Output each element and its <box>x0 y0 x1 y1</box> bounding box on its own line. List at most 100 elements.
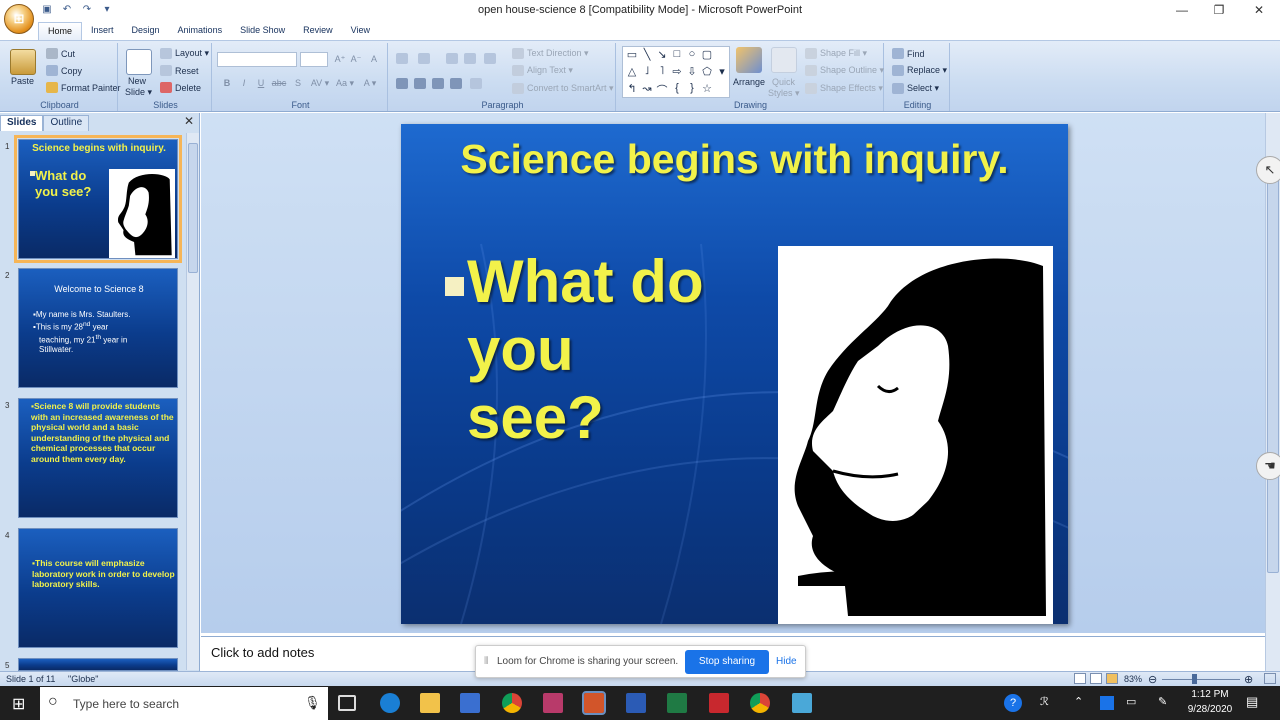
arrow-line-shape-icon[interactable]: ↘ <box>655 48 669 61</box>
tab-slides[interactable]: Slides <box>0 115 44 131</box>
slide-thumbnail-3[interactable]: ▪Science 8 will provide students with an… <box>18 398 178 518</box>
tab-outline[interactable]: Outline <box>43 115 90 131</box>
zoom-level[interactable]: 83% <box>1124 674 1142 684</box>
excel-icon[interactable] <box>667 693 687 713</box>
shape-outline-button[interactable]: Shape Outline ▾ <box>805 65 884 76</box>
slide-thumbnail-5[interactable] <box>18 658 178 671</box>
slide-thumbnail-1[interactable]: Science begins with inquiry. What do you… <box>14 135 182 263</box>
down-arrow-shape-icon[interactable]: ⇩ <box>685 65 699 78</box>
zoom-slider[interactable] <box>1162 679 1240 680</box>
font-size-field[interactable] <box>300 52 328 67</box>
edge-browser-icon[interactable] <box>380 693 400 713</box>
microphone-icon[interactable]: 🎙 <box>304 695 321 711</box>
strikethrough-button[interactable]: abc <box>271 76 287 90</box>
face-illusion-image[interactable] <box>778 246 1053 624</box>
shapes-gallery[interactable]: ▭ ╲ ↘ □ ○ ▢ △ ˩ ˥ ⇨ ⇩ ⬠ ↰ ↝ ⌒ { } ☆ ▾ <box>622 46 730 98</box>
shape-fill-button[interactable]: Shape Fill ▾ <box>805 48 867 59</box>
windows-start-icon[interactable]: ⊞ <box>12 694 25 714</box>
slide-title[interactable]: Science begins with inquiry. <box>441 134 1028 184</box>
bullets-icon[interactable] <box>396 53 408 64</box>
tab-design[interactable]: Design <box>123 22 169 40</box>
slides-pane-scroll-thumb[interactable] <box>188 143 198 273</box>
quick-styles-button[interactable]: Styles ▾ <box>768 88 800 99</box>
right-arrow-shape-icon[interactable]: ⇨ <box>670 65 684 78</box>
rectangle-shape-icon[interactable]: ▭ <box>625 48 639 61</box>
line-shape-icon[interactable]: ╲ <box>640 48 654 61</box>
curve-shape-icon[interactable]: ↰ <box>625 82 639 95</box>
align-text-button[interactable]: Align Text ▾ <box>512 65 573 76</box>
hand-tool-icon[interactable]: ☚ <box>1256 452 1280 480</box>
notes-app-icon[interactable] <box>792 693 812 713</box>
format-painter-button[interactable]: Format Painter <box>46 82 121 93</box>
clear-formatting-button[interactable]: A <box>366 52 382 66</box>
curved-arrow-shape-icon[interactable]: ↝ <box>640 82 654 95</box>
elbow-shape-icon[interactable]: ˩ <box>640 65 654 77</box>
notes-placeholder[interactable]: Click to add notes <box>211 645 314 660</box>
new-slide-icon[interactable] <box>126 49 152 75</box>
clock-date[interactable]: 9/28/2020 <box>1182 704 1238 715</box>
elbow-arrow-shape-icon[interactable]: ˥ <box>655 65 669 77</box>
freeform-shape-icon[interactable]: ⌒ <box>655 82 669 98</box>
tab-review[interactable]: Review <box>294 22 342 40</box>
slide-bullet-text[interactable]: What do you see? <box>467 248 727 452</box>
align-left-icon[interactable] <box>396 78 408 89</box>
star-shape-icon[interactable]: ☆ <box>700 82 714 95</box>
pen-workspace-icon[interactable]: ✎ <box>1158 695 1167 708</box>
taskbar-search-box[interactable]: ○ Type here to search 🎙 <box>40 687 328 720</box>
line-spacing-icon[interactable] <box>484 53 496 64</box>
zoom-slider-thumb[interactable] <box>1192 674 1197 684</box>
undo-icon[interactable]: ↶ <box>60 3 74 17</box>
decrease-indent-icon[interactable] <box>446 53 458 64</box>
close-button[interactable]: ✕ <box>1240 0 1278 22</box>
change-case-button[interactable]: Aa ▾ <box>334 76 356 90</box>
underline-button[interactable]: U <box>253 76 269 90</box>
notifications-icon[interactable]: ▤ <box>1246 694 1258 710</box>
fit-to-window-icon[interactable] <box>1264 673 1276 684</box>
pointer-tool-icon[interactable]: ↖ <box>1256 156 1280 184</box>
show-hidden-icons-icon[interactable]: ⌃ <box>1074 695 1083 708</box>
drag-handle-icon[interactable]: ⦀ <box>484 656 488 667</box>
brace-right-shape-icon[interactable]: } <box>685 82 699 94</box>
shrink-font-button[interactable]: A⁻ <box>348 52 364 66</box>
zoom-in-icon[interactable]: ⊕ <box>1244 673 1253 686</box>
current-slide[interactable]: Science begins with inquiry. What do you… <box>401 124 1068 624</box>
slide-thumbnail-4[interactable]: ▪This course will emphasize laboratory w… <box>18 528 178 648</box>
justify-icon[interactable] <box>450 78 462 89</box>
zoom-out-icon[interactable]: ⊖ <box>1148 673 1157 686</box>
office-button[interactable]: ⊞ <box>4 4 34 34</box>
tab-animations[interactable]: Animations <box>169 22 232 40</box>
oval-shape-icon[interactable]: ○ <box>685 48 699 60</box>
stop-sharing-button[interactable]: Stop sharing <box>685 650 769 674</box>
grow-font-button[interactable]: A⁺ <box>332 52 348 66</box>
slide-sorter-icon[interactable] <box>1090 673 1102 684</box>
paste-button[interactable]: Paste <box>11 76 34 86</box>
customize-qat-icon[interactable]: ▾ <box>100 3 114 17</box>
text-direction-button[interactable]: Text Direction ▾ <box>512 48 589 59</box>
italic-button[interactable]: I <box>236 76 252 90</box>
rect-shape-icon[interactable]: □ <box>670 48 684 60</box>
tab-slide-show[interactable]: Slide Show <box>231 22 294 40</box>
powerpoint-taskbar-icon[interactable] <box>582 691 606 715</box>
file-explorer-icon[interactable] <box>420 693 440 713</box>
people-icon[interactable]: ℛ <box>1040 695 1049 708</box>
brace-left-shape-icon[interactable]: { <box>670 82 684 94</box>
hide-button[interactable]: Hide <box>776 656 797 667</box>
task-view-icon[interactable] <box>338 695 356 711</box>
save-icon[interactable]: ▣ <box>40 3 54 17</box>
more-shapes-icon[interactable]: ▾ <box>715 65 729 78</box>
arrange-button[interactable]: Arrange <box>733 77 765 87</box>
increase-indent-icon[interactable] <box>464 53 476 64</box>
normal-view-icon[interactable] <box>1074 673 1086 684</box>
maximize-button[interactable]: ❐ <box>1200 0 1238 22</box>
font-color-button[interactable]: A ▾ <box>360 76 380 90</box>
network-icon[interactable]: ▭ <box>1126 695 1136 708</box>
find-button[interactable]: Find <box>892 48 925 59</box>
layout-button[interactable]: Layout ▾ <box>160 48 209 59</box>
shape-effects-button[interactable]: Shape Effects ▾ <box>805 83 883 94</box>
slide-thumbnail-2[interactable]: Welcome to Science 8 ▪My name is Mrs. St… <box>18 268 178 388</box>
arrange-icon[interactable] <box>736 47 762 73</box>
font-name-field[interactable] <box>217 52 297 67</box>
align-right-icon[interactable] <box>432 78 444 89</box>
align-center-icon[interactable] <box>414 78 426 89</box>
quick-styles-icon[interactable] <box>771 47 797 73</box>
